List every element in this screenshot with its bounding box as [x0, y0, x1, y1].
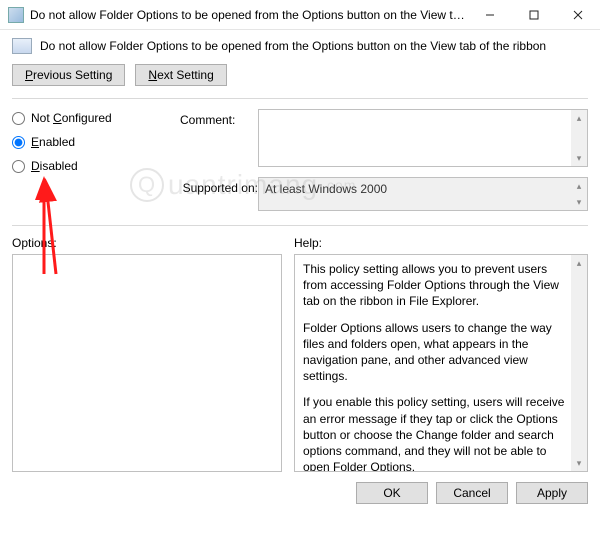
scroll-down-icon[interactable]: ▾ [571, 455, 587, 471]
help-text: Folder Options allows users to change th… [303, 320, 567, 385]
help-scrollbar[interactable]: ▴ ▾ [571, 255, 587, 471]
options-label: Options: [12, 236, 282, 250]
next-setting-button[interactable]: Next Setting [135, 64, 226, 86]
help-label: Help: [294, 236, 588, 250]
supported-label: Supported on: [180, 177, 258, 195]
comment-textarea[interactable]: ▴ ▾ [258, 109, 588, 167]
radio-disabled[interactable]: Disabled [12, 159, 162, 173]
apply-button[interactable]: Apply [516, 482, 588, 504]
radio-not-configured[interactable]: Not Configured [12, 111, 162, 125]
supported-scrollbar: ▴ ▾ [571, 178, 587, 210]
policy-icon [12, 38, 32, 54]
window-title: Do not allow Folder Options to be opened… [30, 8, 468, 22]
previous-setting-button[interactable]: Previous Setting [12, 64, 125, 86]
comment-label: Comment: [180, 109, 258, 127]
help-panel: This policy setting allows you to preven… [294, 254, 588, 472]
scroll-down-icon: ▾ [571, 194, 587, 210]
maximize-button[interactable] [512, 0, 556, 29]
supported-on-box: At least Windows 2000 ▴ ▾ [258, 177, 588, 211]
close-button[interactable] [556, 0, 600, 29]
radio-enabled[interactable]: Enabled [12, 135, 162, 149]
options-panel [12, 254, 282, 472]
scroll-up-icon[interactable]: ▴ [571, 255, 587, 271]
scroll-down-icon[interactable]: ▾ [571, 150, 587, 166]
comment-scrollbar[interactable]: ▴ ▾ [571, 110, 587, 166]
ok-button[interactable]: OK [356, 482, 428, 504]
policy-title: Do not allow Folder Options to be opened… [40, 39, 546, 53]
app-icon [8, 7, 24, 23]
scroll-up-icon: ▴ [571, 178, 587, 194]
help-text: If you enable this policy setting, users… [303, 394, 567, 472]
scroll-up-icon[interactable]: ▴ [571, 110, 587, 126]
help-text: This policy setting allows you to preven… [303, 261, 567, 310]
minimize-button[interactable] [468, 0, 512, 29]
cancel-button[interactable]: Cancel [436, 482, 508, 504]
supported-on-value: At least Windows 2000 [265, 182, 387, 196]
